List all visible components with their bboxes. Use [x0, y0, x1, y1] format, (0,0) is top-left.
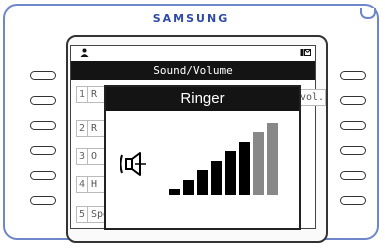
menu-item-label: R — [91, 89, 98, 100]
left-softkey-4[interactable] — [30, 146, 56, 155]
volume-bar-5 — [225, 151, 236, 195]
brand-logo: SAMSUNG — [152, 12, 230, 25]
left-softkey-3[interactable] — [30, 121, 56, 130]
menu-item-label: O — [91, 151, 98, 162]
speaker-icon — [119, 149, 150, 179]
volume-bar-7 — [253, 132, 264, 195]
menu-item-label: H — [91, 179, 98, 190]
left-softkey-2[interactable] — [30, 96, 56, 105]
volume-bar-8 — [267, 123, 278, 195]
right-softkey-6[interactable] — [340, 196, 366, 205]
menu-item-number: 2 — [77, 121, 88, 136]
right-softkey-4[interactable] — [340, 146, 366, 155]
volume-bar-4 — [211, 160, 222, 195]
left-softkey-1[interactable] — [30, 71, 56, 80]
right-softkey-2[interactable] — [340, 96, 366, 105]
menu-item-number: 5 — [77, 207, 88, 222]
volume-bar-2 — [183, 179, 194, 195]
volume-bar-1 — [169, 189, 180, 195]
menu-item-number: 4 — [77, 177, 88, 192]
volume-bar-6 — [239, 141, 250, 195]
left-softkey-5[interactable] — [30, 171, 56, 180]
person-icon — [80, 48, 89, 60]
left-softkey-6[interactable] — [30, 196, 56, 205]
right-softkey-5[interactable] — [340, 171, 366, 180]
volume-level-bars — [169, 123, 287, 195]
menu-item-overflow-label: vol. — [298, 89, 326, 106]
right-softkey-1[interactable] — [340, 71, 366, 80]
right-softkey-3[interactable] — [340, 121, 366, 130]
screen-title: Sound/Volume — [71, 61, 315, 80]
message-icon — [300, 48, 311, 60]
ringer-volume-popup: Ringer — [104, 85, 301, 230]
menu-item-number: 3 — [77, 149, 88, 164]
menu-item-number: 1 — [77, 87, 88, 102]
volume-bar-3 — [197, 170, 208, 195]
menu-item-label: R — [91, 123, 98, 134]
popup-title: Ringer — [106, 87, 299, 111]
